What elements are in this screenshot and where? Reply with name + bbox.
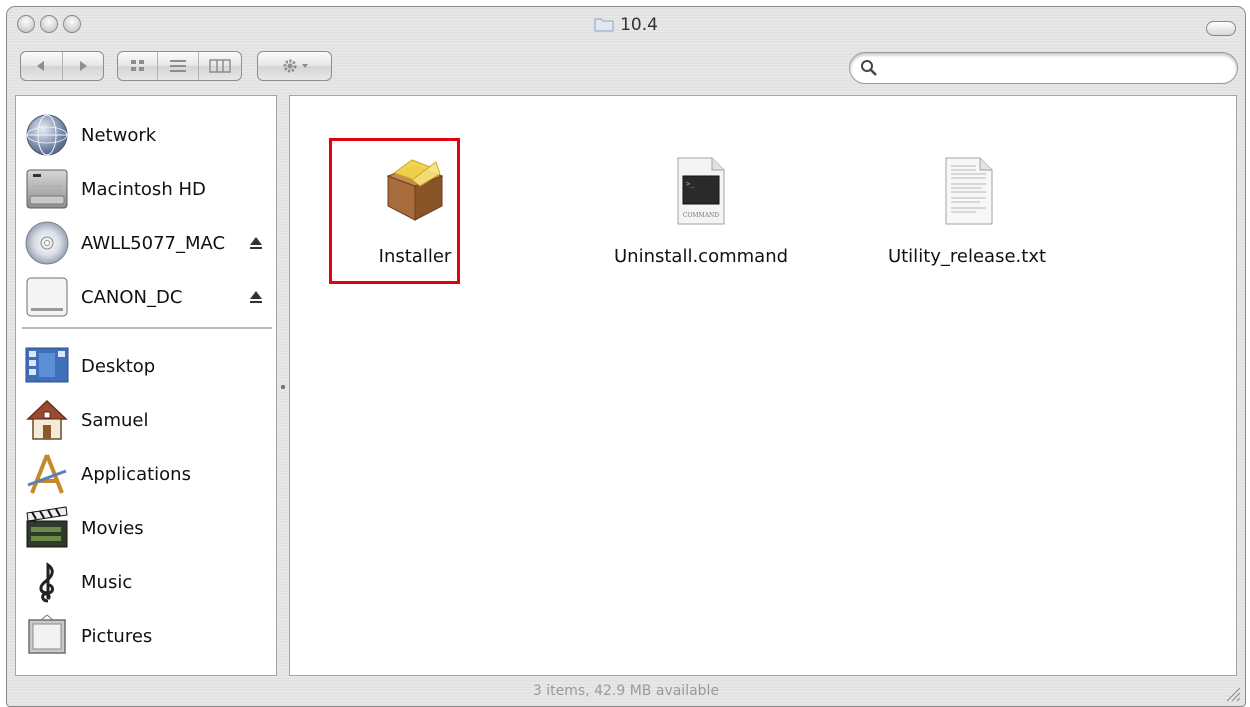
forward-button[interactable] (61, 52, 104, 80)
file-item-utility-release-txt[interactable]: Utility_release.txt (882, 156, 1052, 267)
file-name: Installer (378, 246, 452, 267)
eject-icon[interactable] (248, 235, 264, 251)
window-title-text: 10.4 (620, 15, 658, 35)
sidebar-item-desktop[interactable]: Desktop (16, 341, 276, 391)
folder-icon (594, 18, 614, 32)
icon-view-button[interactable] (118, 52, 157, 80)
sidebar-item-label: Movies (81, 517, 144, 539)
file-browser-area: Installer >_ COMMAND Uninstall.command U… (289, 95, 1237, 676)
sidebar-item-music[interactable]: Music (16, 557, 276, 607)
search-input[interactable] (884, 58, 1228, 80)
sidebar: Network Macintosh HD AWLL5077_MAC CANON_… (15, 95, 277, 676)
action-button-content (258, 52, 331, 80)
removable-drive-icon (26, 277, 68, 317)
eject-icon[interactable] (248, 289, 264, 305)
sidebar-item-label: Pictures (81, 625, 153, 647)
svg-text:COMMAND: COMMAND (683, 212, 719, 219)
sidebar-item-pictures[interactable]: Pictures (16, 611, 276, 661)
list-view-icon (170, 60, 187, 72)
column-view-icon (209, 59, 231, 73)
hard-drive-icon (26, 169, 68, 209)
network-globe-icon (26, 114, 68, 156)
sidebar-item-label: Samuel (81, 409, 149, 431)
sidebar-item-label: Desktop (81, 355, 156, 377)
movies-icon (26, 506, 68, 548)
desktop-icon (25, 347, 69, 383)
sidebar-item-macintosh-hd[interactable]: Macintosh HD (16, 164, 276, 214)
gear-icon (283, 59, 308, 73)
sidebar-item-label: Applications (81, 463, 191, 485)
title-bar[interactable]: 10.4 (7, 7, 1245, 47)
svg-text:>_: >_ (686, 180, 695, 188)
sidebar-item-samuel[interactable]: Samuel (16, 395, 276, 445)
sidebar-item-label: Network (81, 124, 157, 146)
cd-disc-icon (25, 221, 69, 265)
action-menu-button[interactable] (257, 51, 332, 81)
file-name: Utility_release.txt (887, 246, 1047, 267)
window-title: 10.4 (7, 15, 1245, 35)
forward-arrow-icon (79, 61, 87, 71)
file-name: Uninstall.command (614, 246, 789, 267)
applications-icon (27, 454, 67, 494)
toolbar-toggle-button[interactable] (1206, 21, 1236, 36)
icon-view-icon (130, 60, 144, 71)
status-bar: 3 items, 42.9 MB available (7, 676, 1245, 706)
sidebar-item-label: Macintosh HD (81, 178, 206, 200)
finder-window: 10.4 Network Macintosh HD AWLL5077_MAC C… (6, 6, 1246, 707)
search-field[interactable] (849, 52, 1238, 84)
sidebar-item-label: AWLL5077_MAC (81, 232, 226, 254)
resize-grip-icon[interactable] (1223, 684, 1241, 702)
sidebar-item-label: CANON_DC (81, 286, 183, 308)
sidebar-item-network[interactable]: Network (16, 110, 276, 160)
sidebar-item-canon-dc[interactable]: CANON_DC (16, 272, 276, 322)
sidebar-item-label: Music (81, 571, 133, 593)
sidebar-item-awll5077-mac[interactable]: AWLL5077_MAC (16, 218, 276, 268)
status-text: 3 items, 42.9 MB available (532, 683, 720, 699)
pictures-icon (28, 614, 66, 654)
file-item-installer[interactable]: Installer (330, 156, 500, 267)
view-mode-control (117, 51, 242, 81)
search-icon (861, 60, 877, 76)
sidebar-item-movies[interactable]: Movies (16, 503, 276, 553)
text-file-icon (945, 157, 993, 225)
command-file-icon: >_ COMMAND (677, 157, 725, 225)
back-arrow-icon (37, 61, 45, 71)
column-view-button[interactable] (197, 52, 241, 80)
list-view-button[interactable] (157, 52, 197, 80)
back-forward-control (20, 51, 104, 81)
file-item-uninstall-command[interactable]: >_ COMMAND Uninstall.command (614, 156, 789, 267)
package-icon (386, 159, 444, 221)
home-icon (26, 399, 68, 440)
back-button[interactable] (21, 52, 62, 80)
sidebar-item-applications[interactable]: Applications (16, 449, 276, 499)
splitter-grip-icon (281, 385, 285, 389)
music-icon (39, 562, 54, 603)
sidebar-divider (22, 327, 272, 329)
